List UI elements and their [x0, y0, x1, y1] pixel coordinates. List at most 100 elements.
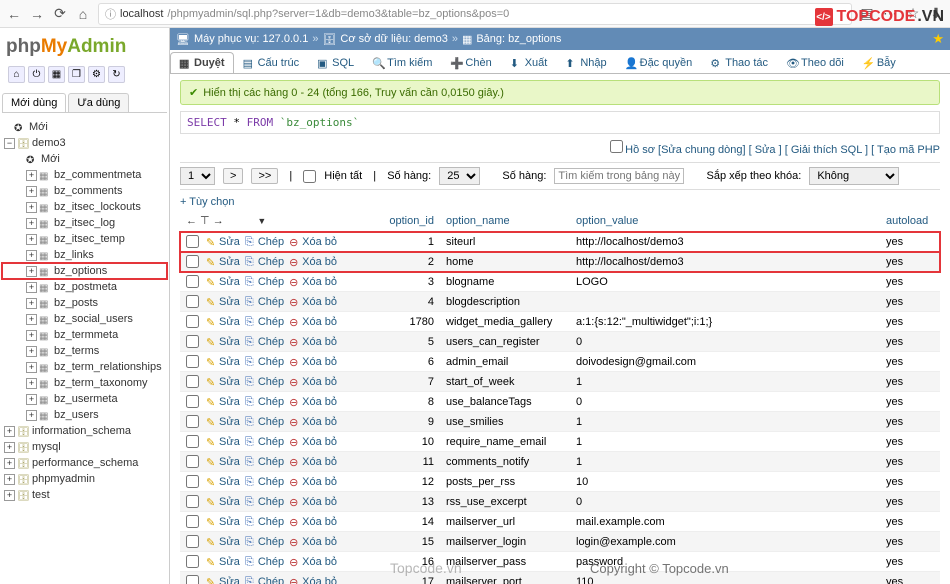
tab-Thao tác[interactable]: ⚙Thao tác: [701, 52, 777, 73]
delete-link[interactable]: ⊖Xóa bỏ: [289, 276, 337, 288]
home-icon[interactable]: ⌂: [75, 6, 91, 22]
cell-autoload[interactable]: yes: [880, 452, 940, 472]
delete-link[interactable]: ⊖Xóa bỏ: [289, 376, 337, 388]
edit-link[interactable]: ✎Sửa: [206, 236, 240, 248]
cell-autoload[interactable]: yes: [880, 412, 940, 432]
expand-icon[interactable]: +: [26, 170, 37, 181]
logout-icon[interactable]: ⏻: [28, 66, 45, 83]
reload-icon[interactable]: ↻: [108, 66, 125, 83]
cell-autoload[interactable]: yes: [880, 332, 940, 352]
tab-Cấu trúc[interactable]: ▤Cấu trúc: [234, 52, 309, 73]
delete-link[interactable]: ⊖Xóa bỏ: [289, 256, 337, 268]
tab-Đặc quyền[interactable]: 👤Đặc quyền: [616, 52, 702, 73]
tree-table-bz_itsec_temp[interactable]: +▦bz_itsec_temp: [2, 231, 167, 247]
expand-icon[interactable]: +: [26, 394, 37, 405]
cell-value[interactable]: 10: [570, 472, 880, 492]
tree-table-bz_commentmeta[interactable]: +▦bz_commentmeta: [2, 167, 167, 183]
tree-new[interactable]: ✪Mới: [2, 119, 167, 135]
tree-db-mysql[interactable]: +🗄mysql: [2, 439, 167, 455]
cell-name[interactable]: widget_media_gallery: [440, 312, 570, 332]
home-icon[interactable]: ⌂: [8, 66, 25, 83]
tree-table-bz_term_taxonomy[interactable]: +▦bz_term_taxonomy: [2, 375, 167, 391]
tab-Xuất[interactable]: ⬇Xuất: [501, 52, 557, 73]
cell-id[interactable]: 4: [380, 292, 440, 312]
tree-table-bz_posts[interactable]: +▦bz_posts: [2, 295, 167, 311]
tab-Bẫy[interactable]: ⚡Bẫy: [853, 52, 905, 73]
edit-link[interactable]: ✎Sửa: [206, 356, 240, 368]
cell-value[interactable]: [570, 292, 880, 312]
tree-table-bz_comments[interactable]: +▦bz_comments: [2, 183, 167, 199]
row-checkbox[interactable]: [186, 355, 199, 368]
cell-value[interactable]: 1: [570, 452, 880, 472]
inline-edit-link[interactable]: Sửa chung dòng: [661, 144, 742, 156]
tree-table-bz_options[interactable]: +▦bz_options: [2, 263, 167, 279]
page-select[interactable]: 1: [180, 167, 215, 185]
favorite-icon[interactable]: ★: [932, 31, 944, 47]
crumb-table[interactable]: Bảng: bz_options: [476, 33, 561, 45]
cell-value[interactable]: password: [570, 552, 880, 572]
copy-link[interactable]: ⎘Chép: [245, 376, 284, 388]
last-button[interactable]: >>: [251, 168, 278, 184]
copy-link[interactable]: ⎘Chép: [245, 496, 284, 508]
back-icon[interactable]: ←: [6, 6, 22, 22]
tree-new-table[interactable]: ✪Mới: [2, 151, 167, 167]
cell-value[interactable]: http://localhost/demo3: [570, 252, 880, 272]
cell-autoload[interactable]: yes: [880, 572, 940, 584]
expand-icon[interactable]: +: [26, 250, 37, 261]
edit-link[interactable]: Sửa: [755, 144, 776, 156]
delete-link[interactable]: ⊖Xóa bỏ: [289, 476, 337, 488]
row-checkbox[interactable]: [186, 295, 199, 308]
delete-link[interactable]: ⊖Xóa bỏ: [289, 296, 337, 308]
row-checkbox[interactable]: [186, 575, 199, 584]
copy-link[interactable]: ⎘Chép: [245, 256, 284, 268]
sort-icon[interactable]: ▼: [257, 216, 266, 226]
expand-icon[interactable]: +: [4, 458, 15, 469]
cell-id[interactable]: 13: [380, 492, 440, 512]
crumb-server[interactable]: Máy phục vụ: 127.0.0.1: [194, 33, 308, 45]
filter-input[interactable]: [554, 168, 684, 184]
edit-link[interactable]: ✎Sửa: [206, 256, 240, 268]
cell-id[interactable]: 15: [380, 532, 440, 552]
edit-link[interactable]: ✎Sửa: [206, 536, 240, 548]
cell-id[interactable]: 3: [380, 272, 440, 292]
cell-autoload[interactable]: yes: [880, 292, 940, 312]
cell-name[interactable]: users_can_register: [440, 332, 570, 352]
tab-Chèn[interactable]: ➕Chèn: [441, 52, 500, 73]
row-checkbox[interactable]: [186, 515, 199, 528]
row-checkbox[interactable]: [186, 315, 199, 328]
row-checkbox[interactable]: [186, 475, 199, 488]
cell-id[interactable]: 14: [380, 512, 440, 532]
edit-link[interactable]: ✎Sửa: [206, 396, 240, 408]
copy-link[interactable]: ⎘Chép: [245, 576, 284, 584]
cell-autoload[interactable]: yes: [880, 532, 940, 552]
cell-id[interactable]: 1780: [380, 312, 440, 332]
cell-id[interactable]: 9: [380, 412, 440, 432]
copy-link[interactable]: ⎘Chép: [245, 536, 284, 548]
col-option-name[interactable]: option_name: [440, 210, 570, 232]
delete-link[interactable]: ⊖Xóa bỏ: [289, 356, 337, 368]
cell-value[interactable]: 110: [570, 572, 880, 584]
delete-link[interactable]: ⊖Xóa bỏ: [289, 316, 337, 328]
row-checkbox[interactable]: [186, 455, 199, 468]
cell-name[interactable]: use_balanceTags: [440, 392, 570, 412]
copy-link[interactable]: ⎘Chép: [245, 436, 284, 448]
expand-icon[interactable]: +: [4, 490, 15, 501]
expand-icon[interactable]: +: [26, 282, 37, 293]
cell-autoload[interactable]: yes: [880, 232, 940, 252]
tab-favorites[interactable]: Ưa dùng: [68, 93, 129, 112]
expand-icon[interactable]: +: [4, 442, 15, 453]
cell-id[interactable]: 1: [380, 232, 440, 252]
delete-link[interactable]: ⊖Xóa bỏ: [289, 436, 337, 448]
cell-id[interactable]: 16: [380, 552, 440, 572]
sql-icon[interactable]: ▦: [48, 66, 65, 83]
cell-value[interactable]: 1: [570, 372, 880, 392]
expand-icon[interactable]: +: [26, 314, 37, 325]
expand-icon[interactable]: +: [26, 410, 37, 421]
tab-recent[interactable]: Mới dùng: [2, 93, 66, 112]
copy-link[interactable]: ⎘Chép: [245, 276, 284, 288]
cell-autoload[interactable]: yes: [880, 512, 940, 532]
tree-db-phpmyadmin[interactable]: +🗄phpmyadmin: [2, 471, 167, 487]
url-bar[interactable]: ⓘ localhost /phpmyadmin/sql.php?server=1…: [98, 3, 852, 25]
tree-table-bz_itsec_lockouts[interactable]: +▦bz_itsec_lockouts: [2, 199, 167, 215]
copy-link[interactable]: ⎘Chép: [245, 396, 284, 408]
